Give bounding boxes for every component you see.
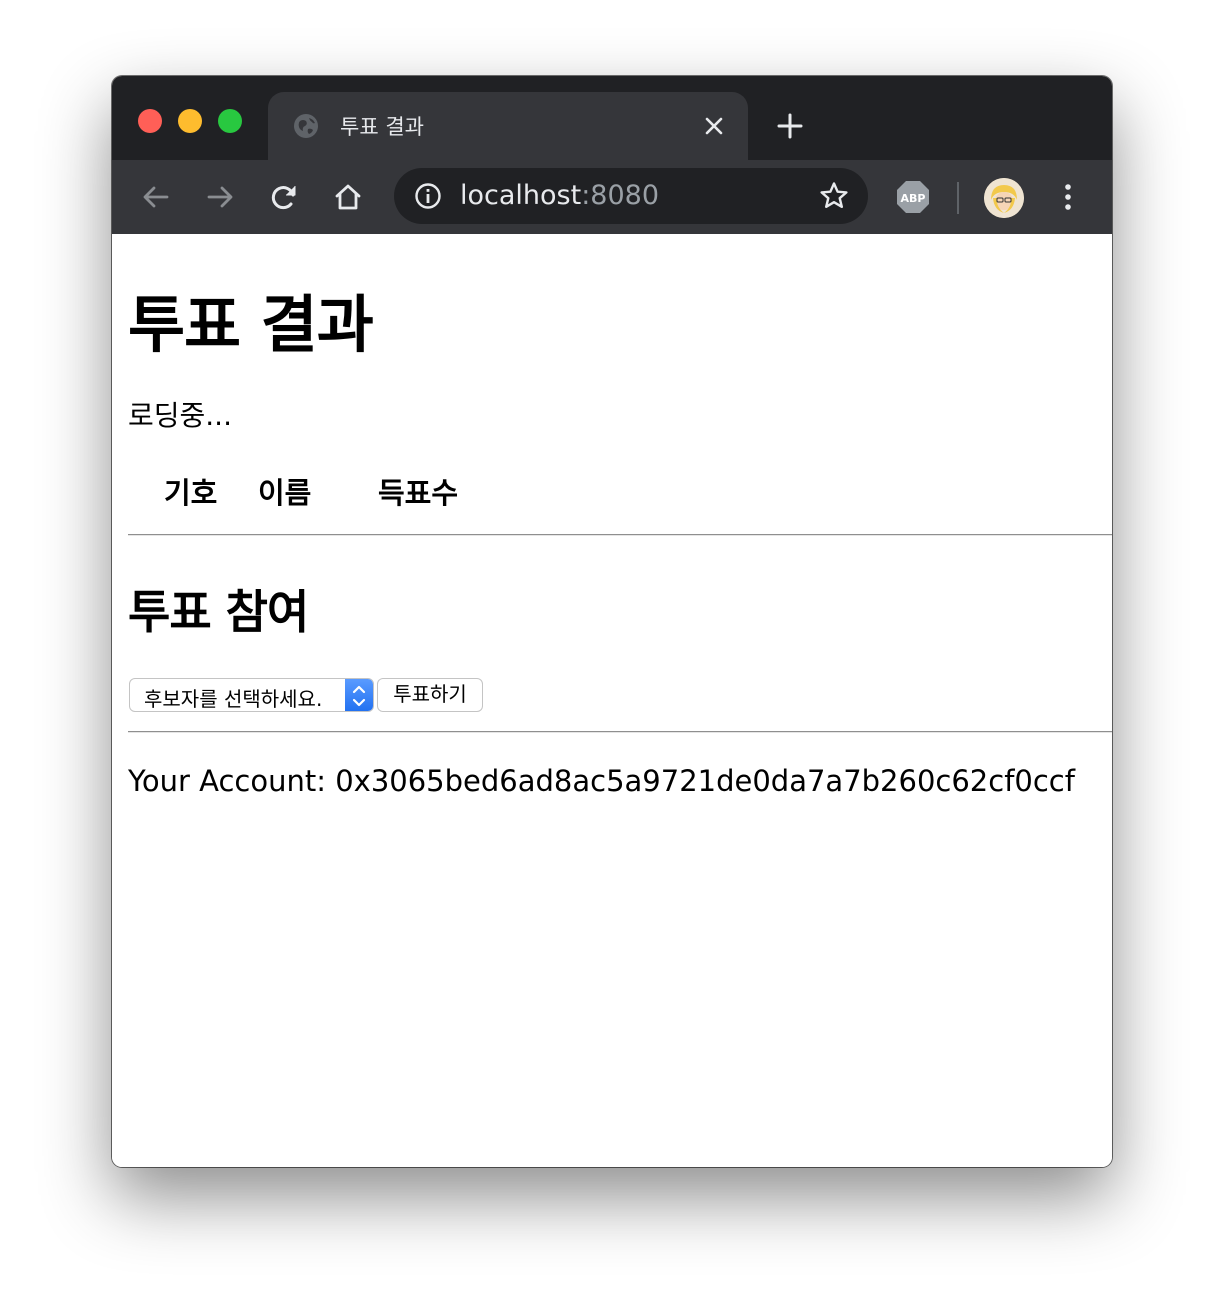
- results-heading: 투표 결과: [128, 288, 374, 361]
- table-header-number: 기호: [164, 476, 218, 510]
- back-icon[interactable]: [140, 181, 172, 213]
- page-content: 투표 결과 로딩중... 기호 이름 득표수 투표 참여 후보자를 선택하세요.…: [112, 234, 1112, 1167]
- globe-icon: [294, 114, 318, 138]
- tab-title: 투표 결과: [340, 115, 424, 139]
- abp-label: ABP: [901, 192, 926, 205]
- toolbar: localhost:8080 ABP: [112, 160, 1112, 234]
- address-bar[interactable]: localhost:8080: [394, 168, 868, 224]
- info-icon[interactable]: [414, 182, 442, 210]
- adblock-plus-icon[interactable]: ABP: [896, 180, 930, 214]
- candidate-select-value: 후보자를 선택하세요.: [144, 687, 323, 711]
- tab-strip: 투표 결과: [112, 76, 1112, 160]
- new-tab-icon[interactable]: [776, 112, 804, 140]
- close-window-button[interactable]: [138, 109, 162, 133]
- zoom-window-button[interactable]: [218, 109, 242, 133]
- menu-icon[interactable]: [1058, 181, 1078, 213]
- table-header-name: 이름: [258, 476, 312, 510]
- url-host: localhost: [460, 180, 582, 211]
- chevron-up-down-icon: [352, 685, 366, 707]
- forward-icon[interactable]: [204, 181, 236, 213]
- candidate-select[interactable]: 후보자를 선택하세요.: [129, 678, 374, 712]
- bookmark-star-icon[interactable]: [818, 180, 850, 212]
- browser-tab[interactable]: 투표 결과: [268, 92, 748, 160]
- vote-button[interactable]: 투표하기: [377, 678, 483, 712]
- avatar[interactable]: [984, 178, 1024, 218]
- select-stepper[interactable]: [345, 679, 373, 711]
- vote-heading: 투표 참여: [128, 585, 309, 639]
- screen: 투표 결과 localhost:8080 ABP 투표 결과 로딩중... 기호…: [0, 0, 1224, 1316]
- reload-icon[interactable]: [268, 181, 300, 213]
- account-text: Your Account: 0x3065bed6ad8ac5a9721de0da…: [128, 764, 1075, 798]
- profile-avatar-icon: [984, 178, 1024, 218]
- divider: [128, 731, 1112, 733]
- browser-window: 투표 결과 localhost:8080 ABP 투표 결과 로딩중... 기호…: [112, 76, 1112, 1167]
- close-tab-icon[interactable]: [702, 114, 726, 138]
- table-header-votes: 득표수: [378, 476, 459, 510]
- url-port: :8080: [581, 180, 660, 211]
- divider: [128, 534, 1112, 536]
- home-icon[interactable]: [332, 181, 364, 213]
- loading-text: 로딩중...: [128, 399, 232, 432]
- toolbar-separator: [957, 182, 959, 214]
- url-text: localhost:8080: [460, 180, 659, 211]
- minimize-window-button[interactable]: [178, 109, 202, 133]
